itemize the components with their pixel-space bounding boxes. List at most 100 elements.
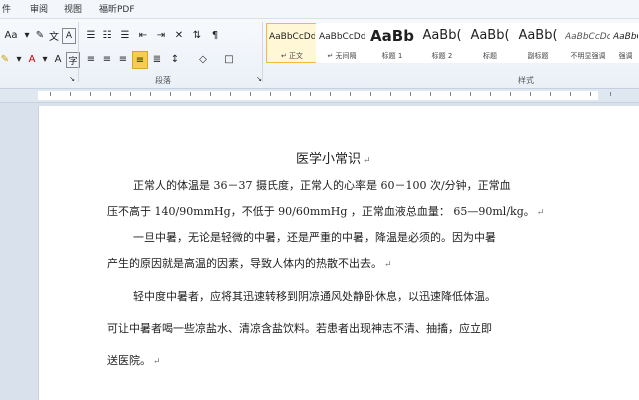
style-name: 强调 — [618, 52, 633, 60]
char-border-icon[interactable]: A — [62, 28, 76, 44]
tab-review[interactable]: 审阅 — [30, 2, 48, 15]
ruler-tick — [230, 92, 231, 96]
dropdown-icon-3[interactable]: ▾ — [40, 52, 50, 66]
line-text: 送医院。 — [107, 354, 151, 367]
style-sample: AaBb — [370, 27, 414, 45]
style-name: ↵ 无间隔 — [327, 52, 357, 60]
style-sample: AaBb( — [518, 28, 558, 43]
doc-line-3[interactable]: 一旦中暑，无论是轻微的中暑，还是严重的中暑，降温是必须的。因为中暑 — [133, 229, 496, 245]
font-size-icon[interactable]: Aa — [2, 28, 20, 42]
ruler-tick — [390, 92, 391, 96]
style-no-spacing[interactable]: AaBbCcDd ↵ 无间隔 — [316, 23, 368, 63]
ruler-tick — [310, 92, 311, 96]
numbering-icon[interactable]: ☷ — [100, 28, 114, 42]
divider — [78, 22, 79, 82]
style-heading-2[interactable]: AaBb( 标题 2 — [416, 23, 468, 63]
borders-icon[interactable]: □ — [222, 52, 236, 66]
ruler-tick — [590, 92, 591, 96]
ruler-tick — [570, 92, 571, 96]
phonetic-guide-icon[interactable]: 文 — [48, 28, 60, 43]
highlight-icon[interactable]: ✎ — [0, 52, 10, 66]
increase-indent-icon[interactable]: ⇥ — [154, 28, 168, 42]
style-subtitle[interactable]: AaBb( 副标题 — [512, 23, 564, 63]
bullets-icon[interactable]: ☰ — [84, 28, 98, 42]
document-title[interactable]: 医学小常识 ↵ — [296, 148, 371, 167]
line-spacing-icon[interactable]: ↕ — [168, 52, 182, 66]
ruler-tick — [290, 92, 291, 96]
dropdown-icon-2[interactable]: ▾ — [14, 52, 24, 66]
paragraph-mark: ↵ — [536, 208, 545, 218]
ruler-tick — [110, 92, 111, 96]
ribbon-tabs: 件 审阅 视图 福昕PDF — [0, 0, 639, 19]
doc-line-4[interactable]: 产生的原因就是高温的因素，导致人体内的热散不出去。 ↵ — [107, 255, 392, 271]
style-sample: AaBb( — [422, 28, 462, 43]
style-name: 副标题 — [527, 52, 549, 60]
tab-partial[interactable]: 件 — [2, 2, 11, 15]
doc-line-5[interactable]: 轻中度中暑者，应将其迅速转移到阴凉通风处静卧休息，以迅速降低体温。 — [133, 288, 496, 304]
char-shading-icon[interactable]: A — [52, 52, 64, 66]
line-text: 产生的原因就是高温的因素，导致人体内的热散不出去。 — [107, 257, 382, 270]
ruler-tick — [90, 92, 91, 96]
paragraph-mark: ↵ — [363, 156, 371, 166]
style-normal[interactable]: AaBbCcDd ↵ 正文 — [266, 23, 318, 63]
group-label-styles: 样式 — [518, 76, 534, 85]
ruler-tick — [170, 92, 171, 96]
horizontal-ruler[interactable] — [0, 89, 639, 103]
dropdown-icon[interactable]: ▾ — [22, 28, 32, 42]
font-dialog-launcher-icon[interactable]: ↘ — [68, 74, 76, 84]
justify-icon[interactable]: ≡ — [132, 51, 148, 69]
align-center-icon[interactable]: ≡ — [100, 52, 114, 66]
group-label-paragraph: 段落 — [155, 76, 171, 85]
distributed-icon[interactable]: ≣ — [150, 52, 164, 66]
ruler-tick — [510, 92, 511, 96]
ruler-tick — [450, 92, 451, 96]
style-sample: AaBbCcDd — [565, 32, 611, 42]
ruler-tick — [210, 92, 211, 96]
font-color-icon[interactable]: A — [26, 52, 38, 66]
style-sample: AaBbCcDd — [269, 32, 315, 42]
style-name: 标题 — [483, 52, 497, 60]
line-text: 压不高于 140/90mmHg，不低于 90/60mmHg ，正常血液总血量： … — [107, 205, 535, 218]
paragraph-mark: ↵ — [153, 357, 161, 367]
shading-icon[interactable]: ◇ — [196, 52, 210, 66]
align-right-icon[interactable]: ≡ — [116, 52, 130, 66]
ruler-tick — [550, 92, 551, 96]
style-sample: AaBb( — [470, 28, 510, 43]
style-sample: AaBbCcDd — [319, 32, 365, 42]
multilevel-list-icon[interactable]: ☰ — [118, 28, 132, 42]
sort-icon[interactable]: ⇅ — [190, 28, 204, 42]
doc-line-6[interactable]: 可让中暑者喝一些凉盐水、清凉含盐饮料。若患者出现神志不清、抽搐，应立即 — [107, 320, 492, 336]
decrease-indent-icon[interactable]: ⇤ — [136, 28, 150, 42]
style-emphasis[interactable]: AaBbCcD 强调 — [610, 23, 639, 63]
ruler-tick — [470, 92, 471, 96]
tab-view[interactable]: 视图 — [64, 2, 82, 15]
tab-foxit-pdf[interactable]: 福昕PDF — [99, 2, 135, 15]
ruler-tick — [350, 92, 351, 96]
divider-2 — [262, 22, 263, 82]
doc-line-1[interactable]: 正常人的体温是 36－37 摄氏度，正常人的心率是 60－100 次/分钟，正常… — [133, 177, 511, 193]
style-name: ↵ 正文 — [280, 52, 304, 60]
style-subtle-emphasis[interactable]: AaBbCcDd 不明显强调 — [562, 23, 614, 63]
ruler-tick — [270, 92, 271, 96]
doc-line-2[interactable]: 压不高于 140/90mmHg，不低于 90/60mmHg ，正常血液总血量： … — [107, 203, 544, 219]
ruler-tick — [530, 92, 531, 96]
show-marks-icon[interactable]: ¶ — [208, 28, 222, 42]
doc-line-7[interactable]: 送医院。 ↵ — [107, 352, 161, 368]
clear-format-icon[interactable]: ✎ — [34, 28, 46, 42]
ruler-tick — [70, 92, 71, 96]
ruler-tick — [50, 92, 51, 96]
ruler-tick — [150, 92, 151, 96]
style-heading-1[interactable]: AaBb 标题 1 — [366, 23, 418, 63]
align-left-icon[interactable]: ≡ — [84, 52, 98, 66]
style-name: 不明显强调 — [570, 52, 606, 60]
ruler-tick — [410, 92, 411, 96]
paragraph-mark: ↵ — [384, 260, 392, 270]
ruler-tick — [430, 92, 431, 96]
chinese-layout-icon[interactable]: ✕ — [172, 28, 186, 42]
ruler-tick — [490, 92, 491, 96]
ruler-tick — [250, 92, 251, 96]
ruler-tick — [130, 92, 131, 96]
style-title[interactable]: AaBb( 标题 — [464, 23, 516, 63]
ruler-tick — [330, 92, 331, 96]
ribbon: 件 审阅 视图 福昕PDF Aa ▾ ✎ 文 A ✎ ▾ A ▾ A 字 ☰ ☷… — [0, 0, 639, 89]
